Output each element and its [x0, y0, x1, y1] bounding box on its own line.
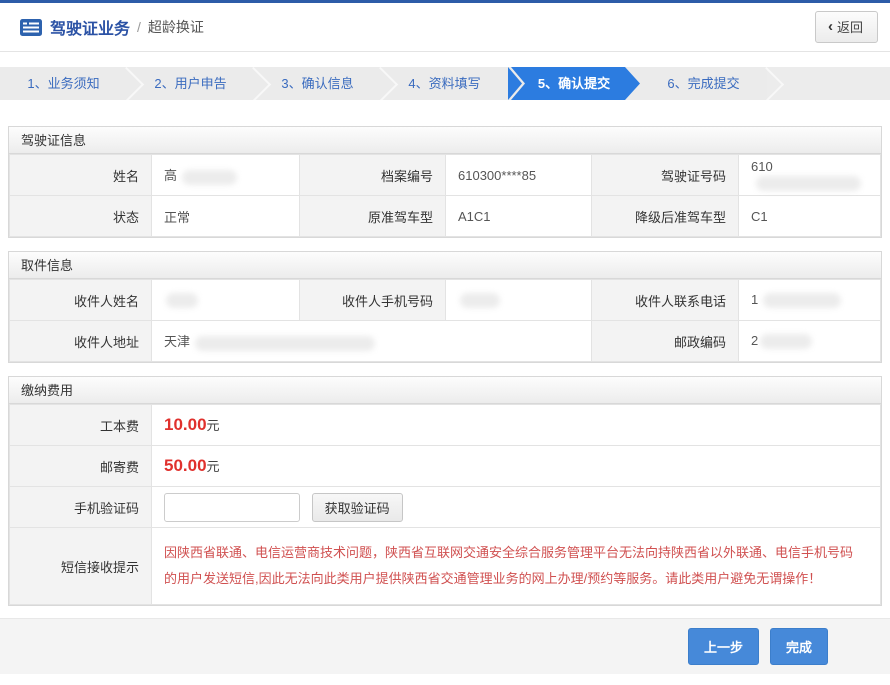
- tab-step-2[interactable]: 2、用户申告: [127, 67, 254, 100]
- recipient-name-label: 收件人姓名: [10, 280, 152, 321]
- sms-tip-label: 短信接收提示: [10, 528, 152, 605]
- orig-class-value: A1C1: [446, 196, 592, 237]
- recipient-address-value: 天津: [152, 321, 592, 362]
- sms-code-cell: 获取验证码: [152, 487, 881, 528]
- redaction-smudge: [182, 170, 237, 185]
- fees-table: 工本费 10.00元 邮寄费 50.00元 手机验证码 获取验证码 短信接收提示…: [9, 404, 881, 605]
- back-button-label: 返回: [837, 17, 863, 36]
- section-title-license: 驾驶证信息: [9, 127, 881, 154]
- postcode-label: 邮政编码: [592, 321, 739, 362]
- page-header: 驾驶证业务 / 超龄换证 ‹ 返回: [0, 3, 890, 52]
- file-no-label: 档案编号: [300, 155, 446, 196]
- downgraded-class-label: 降级后准驾车型: [592, 196, 739, 237]
- section-title-fees: 缴纳费用: [9, 377, 881, 404]
- redaction-smudge: [460, 293, 500, 308]
- recipient-mobile-value: [446, 280, 592, 321]
- sms-code-input[interactable]: [164, 493, 300, 522]
- work-fee-unit: 元: [207, 418, 220, 433]
- table-row: 工本费 10.00元: [10, 405, 881, 446]
- orig-class-label: 原准驾车型: [300, 196, 446, 237]
- license-info-table: 姓名 高 档案编号 610300****85 驾驶证号码 610 状态 正常 原…: [9, 154, 881, 237]
- post-fee-label: 邮寄费: [10, 446, 152, 487]
- redaction-smudge: [756, 176, 861, 191]
- recipient-name-value: [152, 280, 300, 321]
- work-fee-value: 10.00元: [152, 405, 881, 446]
- active-tab-label: 5、确认提交: [508, 67, 640, 100]
- breadcrumb-separator: /: [137, 19, 141, 35]
- tab-bar-filler: [767, 67, 890, 100]
- table-row: 短信接收提示 因陕西省联通、电信运营商技术问题，陕西省互联网交通安全综合服务管理…: [10, 528, 881, 605]
- license-no-value: 610: [739, 155, 881, 196]
- tab-step-6[interactable]: 6、完成提交: [640, 67, 767, 100]
- work-fee-label: 工本费: [10, 405, 152, 446]
- sms-tip-cell: 因陕西省联通、电信运营商技术问题，陕西省互联网交通安全综合服务管理平台无法向持陕…: [152, 528, 881, 605]
- post-fee-value: 50.00元: [152, 446, 881, 487]
- status-value: 正常: [152, 196, 300, 237]
- post-fee-unit: 元: [207, 459, 220, 474]
- tab-step-1[interactable]: 1、业务须知: [0, 67, 127, 100]
- tab-step-3[interactable]: 3、确认信息: [254, 67, 381, 100]
- sms-tip-text: 因陕西省联通、电信运营商技术问题，陕西省互联网交通安全综合服务管理平台无法向持陕…: [164, 528, 880, 604]
- page-title: 驾驶证业务: [50, 15, 130, 39]
- pickup-info-table: 收件人姓名 收件人手机号码 收件人联系电话 1 收件人地址 天津 邮政编码 2: [9, 279, 881, 362]
- table-row: 手机验证码 获取验证码: [10, 487, 881, 528]
- recipient-mobile-label: 收件人手机号码: [300, 280, 446, 321]
- chevron-left-icon: ‹: [828, 19, 833, 34]
- previous-step-button[interactable]: 上一步: [688, 628, 759, 665]
- section-title-pickup: 取件信息: [9, 252, 881, 279]
- redaction-smudge: [763, 293, 841, 308]
- section-pickup-info: 取件信息 收件人姓名 收件人手机号码 收件人联系电话 1 收件人地址 天津 邮政…: [8, 251, 882, 363]
- redaction-smudge: [166, 293, 198, 308]
- table-row: 姓名 高 档案编号 610300****85 驾驶证号码 610: [10, 155, 881, 196]
- redaction-smudge: [195, 336, 375, 351]
- name-value: 高: [152, 155, 300, 196]
- table-row: 状态 正常 原准驾车型 A1C1 降级后准驾车型 C1: [10, 196, 881, 237]
- work-fee-amount: 10.00: [164, 415, 207, 434]
- finish-button[interactable]: 完成: [770, 628, 828, 665]
- footer-action-bar: 上一步 完成: [0, 618, 890, 674]
- table-row: 收件人地址 天津 邮政编码 2: [10, 321, 881, 362]
- sms-code-label: 手机验证码: [10, 487, 152, 528]
- postcode-value: 2: [739, 321, 881, 362]
- section-fees: 缴纳费用 工本费 10.00元 邮寄费 50.00元 手机验证码 获取验证码 短…: [8, 376, 882, 606]
- recipient-phone-value: 1: [739, 280, 881, 321]
- recipient-phone-label: 收件人联系电话: [592, 280, 739, 321]
- breadcrumb-current: 超龄换证: [148, 17, 204, 37]
- file-no-value: 610300****85: [446, 155, 592, 196]
- post-fee-amount: 50.00: [164, 456, 207, 475]
- table-row: 收件人姓名 收件人手机号码 收件人联系电话 1: [10, 280, 881, 321]
- step-tabs: 1、业务须知 2、用户申告 3、确认信息 4、资料填写 5、确认提交 6、完成提…: [0, 67, 890, 100]
- table-row: 邮寄费 50.00元: [10, 446, 881, 487]
- recipient-address-label: 收件人地址: [10, 321, 152, 362]
- menu-list-icon: [20, 19, 42, 36]
- name-label: 姓名: [10, 155, 152, 196]
- tab-step-4[interactable]: 4、资料填写: [381, 67, 508, 100]
- redaction-smudge: [760, 334, 812, 349]
- section-license-info: 驾驶证信息 姓名 高 档案编号 610300****85 驾驶证号码 610 状…: [8, 126, 882, 238]
- downgraded-class-value: C1: [739, 196, 881, 237]
- status-label: 状态: [10, 196, 152, 237]
- back-button[interactable]: ‹ 返回: [815, 11, 878, 43]
- license-no-label: 驾驶证号码: [592, 155, 739, 196]
- tab-step-5-active[interactable]: 5、确认提交: [508, 67, 640, 100]
- get-code-button[interactable]: 获取验证码: [312, 493, 403, 522]
